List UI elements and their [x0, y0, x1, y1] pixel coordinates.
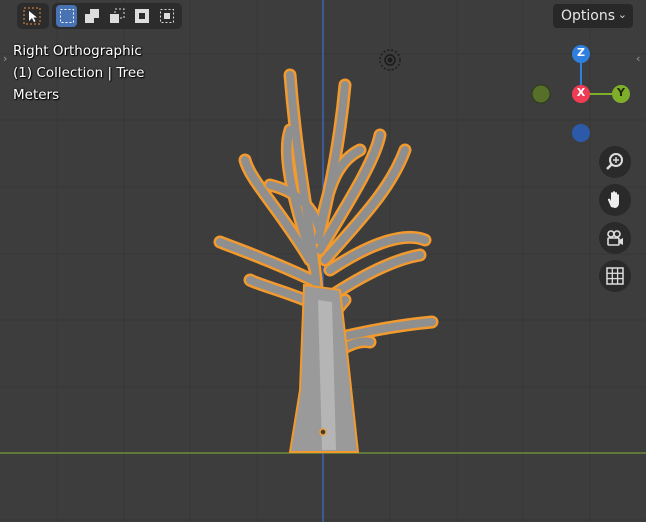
select-tool-group [17, 3, 49, 29]
tree-object[interactable] [213, 68, 439, 453]
camera-view-icon [607, 230, 623, 246]
gizmo-neg-z[interactable] [572, 124, 590, 142]
toolbar-expand-arrow-icon[interactable]: › [3, 52, 7, 65]
zoom-button[interactable] [599, 146, 631, 178]
selection-mode-group [52, 3, 182, 29]
units-label: Meters [13, 87, 60, 103]
sidebar-expand-arrow-icon[interactable]: ‹ [636, 52, 640, 65]
gizmo-z-label: Z [577, 46, 585, 59]
object-origin [319, 428, 327, 436]
gizmo-neg-y[interactable] [531, 84, 551, 104]
chevron-down-icon: ⌄ [617, 8, 627, 21]
zoom-icon [606, 153, 623, 170]
select-intersect-icon[interactable] [157, 5, 178, 27]
view-name: Right Orthographic [13, 43, 142, 59]
options-label: Options [561, 8, 616, 24]
select-new-icon[interactable] [56, 5, 78, 27]
pan-hand-icon [607, 191, 619, 208]
viewport-header: Options ⌄ [0, 0, 646, 34]
camera-view-button[interactable] [599, 222, 631, 254]
ortho-toggle-button[interactable] [599, 260, 631, 292]
options-dropdown[interactable]: Options ⌄ [553, 4, 633, 28]
pan-button[interactable] [599, 184, 631, 216]
ortho-grid-icon [606, 267, 624, 285]
gizmo-x-label: X [576, 86, 586, 99]
select-extend-icon[interactable] [81, 5, 102, 27]
select-difference-icon[interactable] [132, 5, 153, 27]
collection-info: (1) Collection | Tree [13, 65, 145, 81]
gizmo-y-label: Y [617, 86, 625, 99]
cursor-select-icon[interactable] [21, 5, 43, 27]
select-subtract-icon[interactable] [106, 5, 127, 27]
3d-viewport[interactable]: Z X Y Options ⌄ › ‹ Right Orthographic (… [0, 0, 646, 522]
